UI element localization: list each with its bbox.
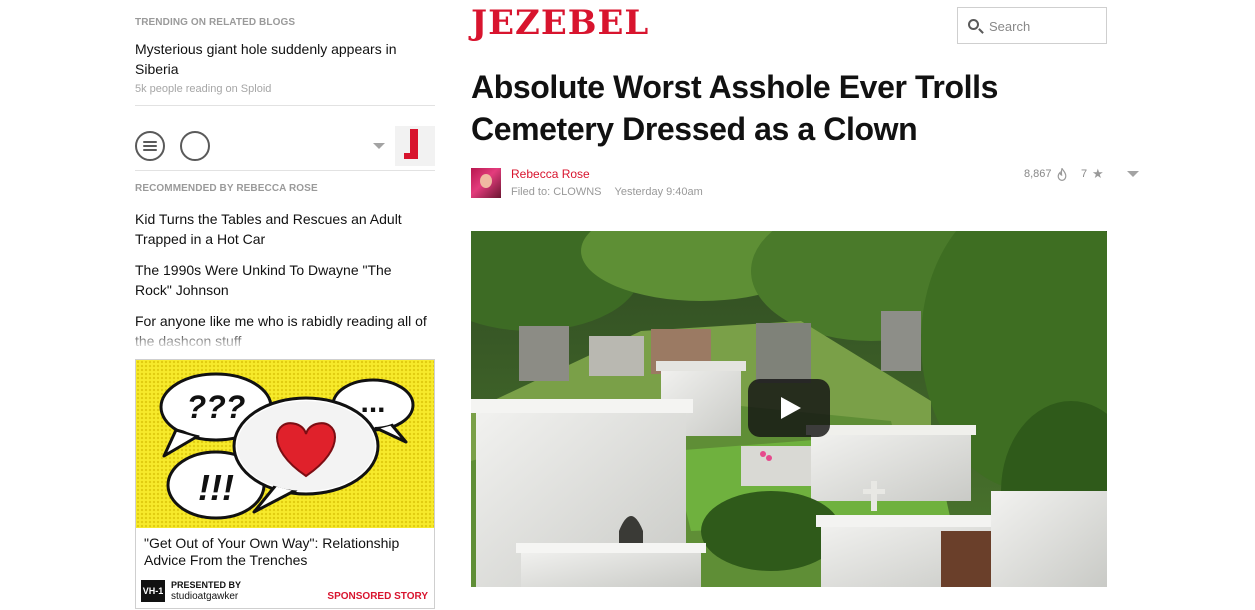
play-button[interactable] <box>748 379 830 437</box>
divider <box>135 105 435 106</box>
jezebel-logo[interactable]: JEZEBEL <box>471 3 649 43</box>
recommended-item[interactable]: The 1990s Were Unkind To Dwayne "The Roc… <box>135 260 430 300</box>
star-icon[interactable]: ★ <box>1092 166 1104 182</box>
trending-meta: 5k people reading on Sploid <box>135 83 272 95</box>
filed-tag-link[interactable]: CLOWNS <box>553 186 601 198</box>
author-avatar[interactable] <box>471 168 501 198</box>
speech-bubbles-illustration: ??? ... !!! <box>136 360 434 528</box>
presented-by-label: PRESENTED BY <box>171 580 242 590</box>
search-box[interactable] <box>957 7 1107 44</box>
star-count: 7 <box>1081 168 1088 180</box>
author-name[interactable]: Rebecca Rose <box>511 167 590 181</box>
video-player[interactable] <box>471 231 1107 587</box>
article-options-caret-icon[interactable] <box>1127 171 1139 177</box>
recommended-item[interactable]: Kid Turns the Tables and Rescues an Adul… <box>135 209 430 249</box>
bubble-dots-text: ... <box>360 386 385 419</box>
sponsor-name[interactable]: studioatgawker <box>171 591 238 603</box>
sponsored-story-title[interactable]: "Get Out of Your Own Way": Relationship … <box>144 535 426 569</box>
dropdown-caret-icon[interactable] <box>373 143 385 149</box>
divider <box>135 170 435 171</box>
sponsored-story-label: SPONSORED STORY <box>327 591 428 602</box>
jezebel-blog-icon[interactable] <box>395 126 435 166</box>
bubble-question-text: ??? <box>187 389 246 425</box>
trending-label: TRENDING ON RELATED BLOGS <box>135 17 296 28</box>
filed-to-label: Filed to: <box>511 186 551 198</box>
menu-button[interactable] <box>135 131 165 161</box>
bubble-exclaim-text: !!! <box>198 467 234 508</box>
recommended-item[interactable]: For anyone like me who is rabidly readin… <box>135 311 430 347</box>
recommended-label: RECOMMENDED BY REBECCA ROSE <box>135 183 318 194</box>
menu-icon <box>143 141 157 151</box>
profile-button[interactable] <box>180 131 210 161</box>
search-input[interactable] <box>989 16 1099 36</box>
article-headline[interactable]: Absolute Worst Asshole Ever Trolls Cemet… <box>471 66 1031 150</box>
sponsored-card[interactable]: ??? ... !!! "Get Out of Your Own Way": R… <box>135 359 435 609</box>
search-icon[interactable] <box>968 19 979 30</box>
flame-icon <box>1057 168 1067 181</box>
trending-story-link[interactable]: Mysterious giant hole suddenly appears i… <box>135 39 425 79</box>
article-meta: Filed to: CLOWNS Yesterday 9:40am <box>511 186 703 198</box>
article-timestamp[interactable]: Yesterday 9:40am <box>615 186 703 198</box>
vh1-logo: VH-1 <box>141 580 165 602</box>
view-count: 8,867 <box>1024 168 1052 180</box>
